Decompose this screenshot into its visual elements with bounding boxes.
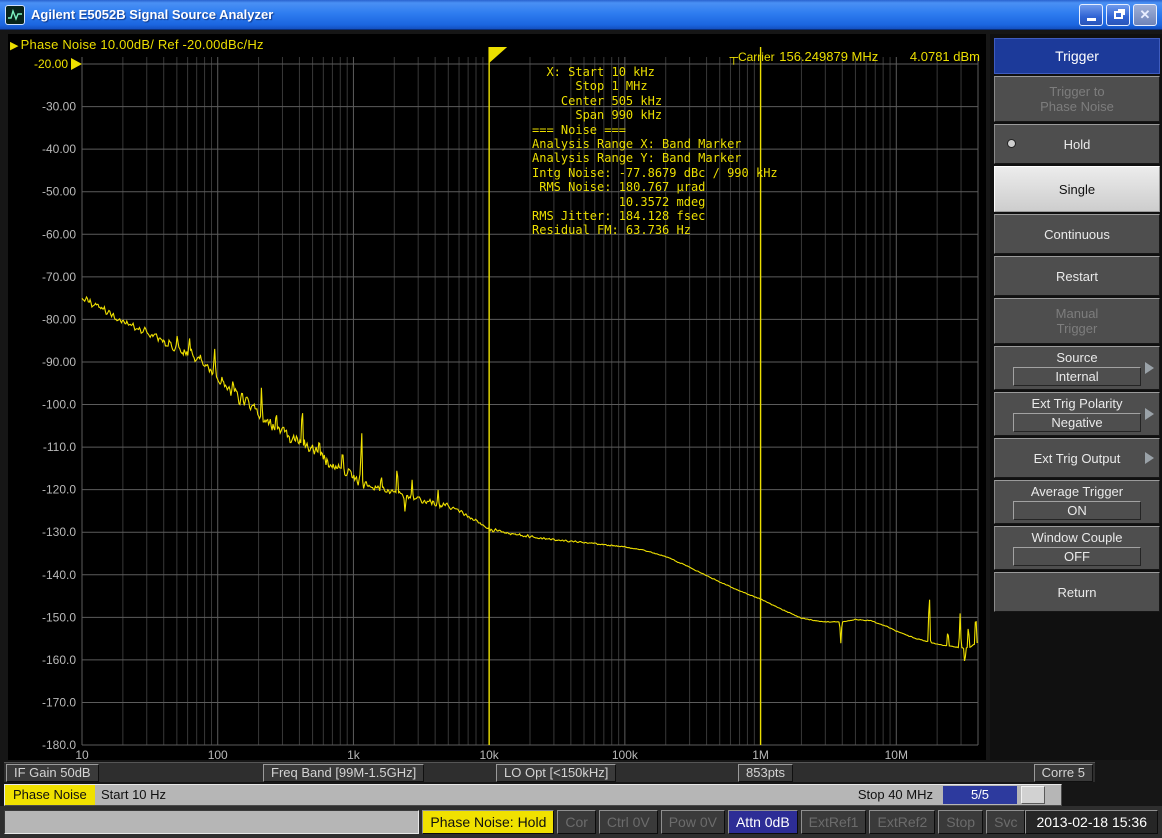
phase-noise-plot-window[interactable]: 10 100 1k 10k 100k 1M 10M -20.00 -30.00 -40.00 -50… [8,34,986,760]
submenu-arrow-icon [1145,408,1154,420]
svg-text:-50.00: -50.00 [42,185,76,199]
trace-scale-header: ▶Phase Noise 10.00dB/ Ref -20.00dBc/Hz [10,37,264,52]
noise-analysis-text: X: Start 10 kHz Stop 1 MHz Center 505 kH… [532,65,778,238]
dc-control-badge: Ctrl 0V [599,810,658,834]
svg-text:100: 100 [208,748,228,760]
button-average-trigger[interactable]: Average TriggerON [994,480,1160,524]
phase-noise-chart[interactable]: 10 100 1k 10k 100k 1M 10M -20.00 -30.00 -40.00 -50… [8,34,986,760]
button-source[interactable]: SourceInternal [994,346,1160,390]
measurement-state-badge: Phase Noise: Hold [422,810,554,834]
app-window: Agilent E5052B Signal Source Analyzer ✕ … [0,0,1162,838]
button-restart[interactable]: Restart [994,256,1160,296]
svg-text:-150.0: -150.0 [42,610,76,624]
svg-text:-140.0: -140.0 [42,568,76,582]
button-ext-trig-polarity[interactable]: Ext Trig PolarityNegative [994,392,1160,436]
trace-scale-text: Phase Noise 10.00dB/ Ref -20.00dBc/Hz [21,37,264,52]
svg-text:-70.00: -70.00 [42,270,76,284]
svg-text:-170.0: -170.0 [42,695,76,709]
carrier-readout: ┬Carrier 156.249879 MHz 4.0781 dBm [729,49,980,64]
carrier-frequency: 156.249879 MHz [779,49,878,64]
svg-text:1M: 1M [752,748,769,760]
submenu-arrow-icon [1145,362,1154,374]
page-indicator: 5/5 [943,786,1017,804]
attenuator-badge: Attn 0dB [728,810,798,834]
button-hold[interactable]: Hold [994,124,1160,164]
restore-button[interactable] [1106,4,1130,26]
active-measurement-tab[interactable]: Phase Noise [5,785,95,805]
if-gain-status: IF Gain 50dB [6,764,99,782]
svg-text:-180.0: -180.0 [42,738,76,752]
svg-text:10M: 10M [885,748,908,760]
svg-text:100k: 100k [612,748,639,760]
submenu-arrow-icon [1145,452,1154,464]
button-trigger-to-phase-noise: Trigger to Phase Noise [994,76,1160,122]
page-spinner-button[interactable] [1021,786,1045,804]
svg-text:-90.00: -90.00 [42,355,76,369]
close-icon: ✕ [1140,8,1151,21]
freq-band-status: Freq Band [99M-1.5GHz] [263,764,424,782]
window-couple-value: OFF [1013,547,1141,566]
title-bar: Agilent E5052B Signal Source Analyzer ✕ [0,0,1162,30]
message-panel [4,810,419,834]
radio-dot-icon [1007,139,1016,148]
trace-select-arrow-icon: ▶ [10,40,19,52]
date-time: 2013-02-18 15:36 [1025,810,1158,834]
svg-text:-120.0: -120.0 [42,483,76,497]
button-return[interactable]: Return [994,572,1160,612]
sweep-range-bar: Phase Noise Start 10 Hz Stop 40 MHz 5/5 [4,784,1062,806]
svg-text:-130.0: -130.0 [42,525,76,539]
points-status: 853pts [738,764,793,782]
svg-text:-110.0: -110.0 [43,440,76,454]
button-window-couple[interactable]: Window CoupleOFF [994,526,1160,570]
app-icon [5,5,25,25]
carrier-marker-icon: ┬Carrier [729,50,774,64]
svg-text:-60.00: -60.00 [42,227,76,241]
extref2-badge: ExtRef2 [869,810,935,834]
svg-text:1k: 1k [347,748,361,760]
svg-text:-30.00: -30.00 [42,100,76,114]
lo-opt-status: LO Opt [<150kHz] [496,764,616,782]
svg-text:-80.00: -80.00 [42,312,76,326]
sweep-stop-label: Stop 40 MHz [858,785,933,805]
close-button[interactable]: ✕ [1133,4,1157,26]
svg-text:-160.0: -160.0 [42,653,76,667]
softkey-menu: Trigger Trigger to Phase Noise Hold Sing… [990,34,1162,760]
stop-badge: Stop [938,810,983,834]
window-title: Agilent E5052B Signal Source Analyzer [31,7,1076,22]
svg-text:10k: 10k [479,748,499,760]
carrier-power: 4.0781 dBm [910,49,980,64]
svg-text:-20.00: -20.00 [34,57,68,71]
svc-badge: Svc [986,810,1025,834]
dc-power-badge: Pow 0V [661,810,725,834]
source-value: Internal [1013,367,1141,386]
svg-text:10: 10 [75,748,89,760]
button-single[interactable]: Single [994,166,1160,212]
average-trigger-value: ON [1013,501,1141,520]
measurement-status-bar: IF Gain 50dB Freq Band [99M-1.5GHz] LO O… [4,762,1095,782]
button-ext-trig-output[interactable]: Ext Trig Output [994,438,1160,478]
extref1-badge: ExtRef1 [801,810,867,834]
svg-text:-100.0: -100.0 [42,398,76,412]
instrument-status-bar: Phase Noise: Hold Cor Ctrl 0V Pow 0V Att… [0,806,1162,838]
minimize-icon [1087,18,1096,21]
restore-icon [1114,11,1123,19]
minimize-button[interactable] [1079,4,1103,26]
button-manual-trigger: Manual Trigger [994,298,1160,344]
ext-trig-polarity-value: Negative [1013,413,1141,432]
menu-title-trigger: Trigger [994,38,1160,74]
sweep-start-label: Start 10 Hz [101,785,166,805]
correction-status: Corre 5 [1034,764,1093,782]
svg-text:-40.00: -40.00 [42,142,76,156]
button-continuous[interactable]: Continuous [994,214,1160,254]
correction-badge: Cor [557,810,596,834]
